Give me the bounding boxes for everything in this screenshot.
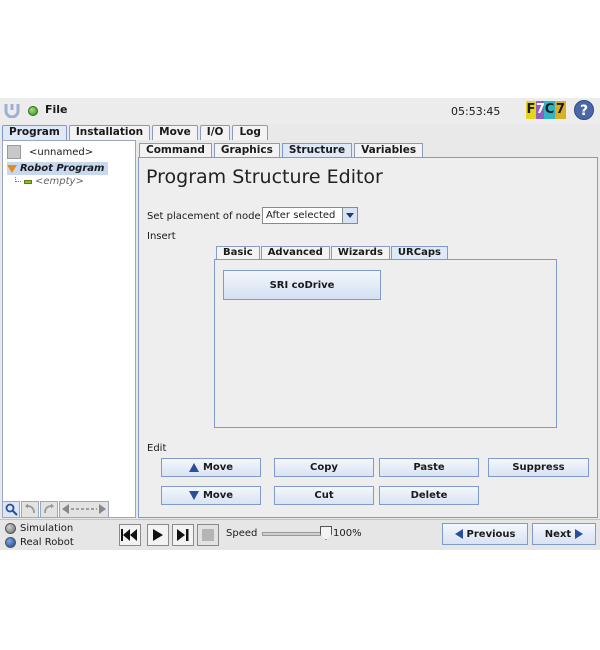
undo-icon[interactable] [21, 500, 39, 518]
paste-button[interactable]: Paste [379, 458, 479, 477]
redo-icon[interactable] [40, 500, 58, 518]
main-tabs: Program Installation Move I/O Log [2, 125, 268, 140]
move-down-button[interactable]: Move [161, 486, 261, 505]
chevron-down-icon[interactable] [342, 208, 357, 223]
move-up-button[interactable]: Move [161, 458, 261, 477]
program-tree-panel: <unnamed> Robot Program <empty> [2, 140, 136, 518]
insert-label: Insert [147, 231, 176, 242]
copy-button[interactable]: Copy [274, 458, 374, 477]
tree-node-robot-program[interactable]: Robot Program [7, 162, 109, 175]
tab-urcaps[interactable]: URCaps [390, 246, 448, 259]
move-up-label: Move [202, 462, 234, 473]
simulation-mode[interactable]: Simulation [5, 522, 73, 535]
suppress-button[interactable]: Suppress [488, 458, 589, 477]
placement-dropdown[interactable]: After selected [262, 207, 358, 224]
badge-7b: 7 [555, 101, 566, 119]
badge-7a: 7 [536, 101, 546, 119]
real-robot-label: Real Robot [20, 537, 74, 548]
arrow-right-icon [575, 529, 584, 539]
badge-f: F [526, 101, 536, 119]
ur-logo-icon [4, 104, 20, 118]
top-bar: File 05:53:45 F 7 C 7 ? [0, 98, 600, 124]
program-sub-tabs: Command Graphics Structure Variables [139, 143, 424, 157]
cut-button[interactable]: Cut [274, 486, 374, 505]
tree-root-label: Robot Program [20, 163, 105, 174]
tab-program[interactable]: Program [2, 125, 67, 140]
move-node-arrows-icon[interactable] [59, 500, 109, 518]
insert-tabs: Basic Advanced Wizards URCaps [216, 246, 448, 259]
program-header: <unnamed> [7, 144, 133, 160]
search-icon[interactable] [2, 500, 20, 518]
tab-advanced[interactable]: Advanced [260, 246, 330, 259]
program-name: <unnamed> [29, 146, 94, 158]
structure-editor: Program Structure Editor Set placement o… [138, 157, 598, 518]
tab-structure[interactable]: Structure [281, 143, 353, 157]
ur-polyscope-window: File 05:53:45 F 7 C 7 ? Program Installa… [0, 98, 600, 550]
file-menu[interactable]: File [45, 103, 68, 116]
tab-installation[interactable]: Installation [68, 125, 151, 140]
real-robot-mode[interactable]: Real Robot [5, 536, 74, 549]
simulation-label: Simulation [20, 523, 74, 534]
placement-label: Set placement of node [147, 211, 261, 222]
tab-command[interactable]: Command [139, 143, 212, 157]
step-icon[interactable] [172, 524, 194, 546]
tree-node-empty[interactable]: <empty> [15, 176, 84, 187]
sri-codrive-button[interactable]: SRI coDrive [223, 270, 381, 300]
tree-connector [15, 176, 21, 182]
arrow-left-icon [454, 529, 463, 539]
tab-variables[interactable]: Variables [354, 143, 424, 157]
stop-icon[interactable] [197, 524, 219, 546]
bottom-bar: Simulation Real Robot Speed 100% Previou… [0, 519, 600, 550]
tab-move[interactable]: Move [152, 125, 198, 140]
previous-label: Previous [466, 528, 516, 540]
arrow-down-icon [188, 491, 199, 500]
tab-basic[interactable]: Basic [216, 246, 260, 259]
speed-value: 100% [333, 528, 362, 539]
previous-button[interactable]: Previous [442, 523, 528, 545]
speed-slider[interactable] [262, 532, 328, 536]
placement-value: After selected [266, 210, 336, 221]
page-title: Program Structure Editor [146, 166, 383, 188]
next-button[interactable]: Next [532, 523, 596, 545]
delete-button[interactable]: Delete [379, 486, 479, 505]
real-robot-radio-icon[interactable] [5, 537, 16, 548]
tree-empty-label: <empty> [35, 176, 84, 187]
move-down-label: Move [202, 490, 234, 501]
badge-c: C [544, 101, 555, 119]
next-label: Next [544, 528, 572, 540]
clock: 05:53:45 [451, 105, 501, 118]
tab-log[interactable]: Log [232, 125, 268, 140]
play-icon[interactable] [147, 524, 169, 546]
edit-label: Edit [147, 443, 167, 454]
tree-toolbar [2, 500, 136, 518]
expand-triangle-icon[interactable] [7, 164, 17, 173]
rewind-icon[interactable] [119, 524, 141, 546]
speed-label: Speed [226, 528, 258, 539]
version-badge: F 7 C 7 [526, 101, 566, 119]
tab-graphics[interactable]: Graphics [213, 143, 280, 157]
program-file-icon [7, 145, 21, 159]
tab-wizards[interactable]: Wizards [330, 246, 390, 259]
tab-io[interactable]: I/O [199, 125, 231, 140]
help-icon[interactable]: ? [574, 100, 594, 120]
urcaps-panel: SRI coDrive [214, 259, 557, 428]
speed-slider-handle[interactable] [320, 526, 332, 540]
simulation-radio-icon[interactable] [5, 523, 16, 534]
empty-node-icon [24, 179, 32, 184]
robot-status-icon [28, 106, 38, 116]
arrow-up-icon [188, 463, 199, 472]
